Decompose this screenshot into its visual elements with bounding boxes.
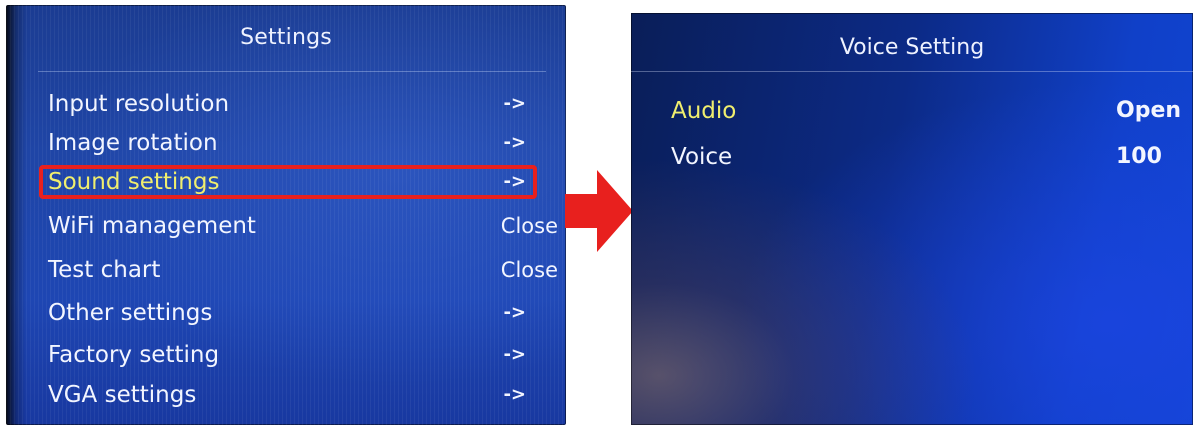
menu-item-label: Input resolution [48, 91, 230, 117]
voice-item-label: Voice [671, 144, 733, 170]
menu-item-vga-settings[interactable]: VGA settings -> [46, 377, 558, 413]
tutorial-composite: Settings Input resolution -> Image rotat… [0, 0, 1198, 429]
voice-item-value: 100 [1116, 144, 1162, 169]
menu-item-label: Image rotation [48, 130, 218, 156]
menu-item-test-chart[interactable]: Test chart Close [46, 252, 558, 288]
settings-menu: Input resolution -> Image rotation -> So… [6, 5, 566, 425]
voice-item-label: Audio [671, 98, 737, 124]
menu-item-value: Close [500, 258, 558, 282]
submenu-arrow: -> [503, 384, 526, 405]
menu-item-label: VGA settings [48, 382, 197, 408]
menu-item-label: WiFi management [48, 213, 256, 239]
menu-item-label: Test chart [48, 257, 161, 283]
right-arrow-icon [565, 170, 633, 252]
submenu-arrow: -> [503, 302, 526, 323]
submenu-arrow: -> [503, 344, 526, 365]
menu-item-wifi-management[interactable]: WiFi management Close [46, 208, 558, 244]
voice-setting-title: Voice Setting [839, 35, 985, 60]
title-divider [631, 71, 1193, 72]
menu-item-label: Other settings [48, 300, 213, 326]
menu-item-input-resolution[interactable]: Input resolution -> [46, 86, 558, 122]
menu-item-image-rotation[interactable]: Image rotation -> [46, 125, 558, 161]
selection-highlight-box [39, 165, 537, 199]
submenu-arrow: -> [503, 132, 526, 153]
voice-item-value: Open [1116, 98, 1182, 123]
submenu-arrow: -> [503, 93, 526, 114]
menu-item-factory-setting[interactable]: Factory setting -> [46, 337, 558, 373]
menu-item-other-settings[interactable]: Other settings -> [46, 295, 558, 331]
voice-setting-screen: Voice Setting Audio Open Voice 100 [631, 13, 1193, 425]
voice-item-audio[interactable]: Audio Open [671, 93, 1181, 129]
settings-screen: Settings Input resolution -> Image rotat… [6, 5, 566, 425]
menu-item-value: Close [500, 214, 558, 238]
voice-item-voice[interactable]: Voice 100 [671, 139, 1171, 175]
menu-item-label: Factory setting [48, 342, 220, 368]
